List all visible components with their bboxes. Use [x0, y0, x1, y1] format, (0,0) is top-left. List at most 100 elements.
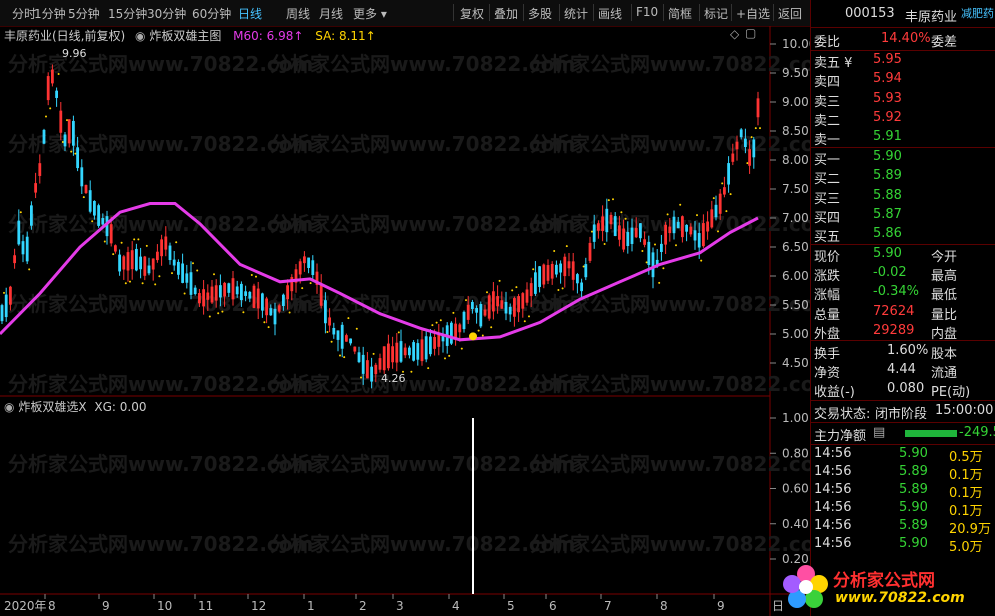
toolbar-btn-7[interactable]: 标记 — [704, 5, 728, 22]
candle-body — [378, 358, 382, 370]
toolbar-separator — [593, 4, 594, 21]
sell-row[interactable]: 卖一 5.91 — [811, 129, 995, 148]
order-label: 买四 — [814, 210, 841, 226]
candle-body — [311, 260, 315, 276]
stat-value: 72624 — [873, 303, 915, 319]
candle-body — [277, 305, 281, 312]
chart-canvas[interactable]: 分析家公式网www.70822.com 分析家公式网www.70822.com 分析… — [0, 26, 810, 616]
buy-row[interactable]: 买一 5.90 — [811, 149, 995, 168]
toolbar-item-2[interactable]: 5分钟 — [68, 5, 100, 22]
toolbar-separator — [489, 4, 490, 21]
window-square-icon[interactable]: ▢ — [745, 26, 756, 40]
toolbar-btn-1[interactable]: 叠加 — [494, 5, 518, 22]
buy-row[interactable]: 买四 5.87 — [811, 207, 995, 226]
m60-value: M60: 6.98↑ — [233, 29, 304, 43]
toolbar-btn-3[interactable]: 统计 — [564, 5, 588, 22]
tick-row: 14:56 5.90 0.5万 — [811, 446, 995, 465]
concept-badge[interactable]: 减肥药 — [961, 5, 994, 21]
candle-body — [231, 278, 235, 300]
toolbar-item-4[interactable]: 30分钟 — [147, 5, 186, 22]
lower-indicator-name[interactable]: 炸板双雄选X — [18, 400, 86, 414]
buy-row[interactable]: 买五 5.86 — [811, 226, 995, 245]
flow-row: 主力净额 ▤ -249.5 — [811, 425, 995, 444]
candle-body — [714, 204, 718, 218]
signal-dot — [612, 198, 614, 201]
stat2-right-label: PE(动) — [931, 385, 971, 401]
signal-dot — [679, 203, 682, 206]
tick-time: 14:56 — [814, 499, 852, 515]
candle-body — [500, 300, 504, 309]
kline-chart[interactable]: 分析家公式网www.70822.com 分析家公式网www.70822.com 分析… — [0, 26, 810, 616]
candle-body — [219, 285, 222, 298]
sell-row[interactable]: 卖三 5.93 — [811, 91, 995, 110]
diamond-icon[interactable]: ◇ — [730, 27, 739, 41]
price-axis-label: 8.00 — [782, 153, 809, 167]
indicator-circle-icon[interactable]: ◉ — [135, 29, 145, 43]
toolbar-separator — [453, 4, 454, 21]
toolbar-btn-2[interactable]: 多股 — [528, 5, 552, 22]
buy-row[interactable]: 买三 5.88 — [811, 188, 995, 207]
signal-dot — [129, 280, 131, 283]
candle-body — [135, 248, 138, 271]
lower-circle-icon[interactable]: ◉ — [4, 400, 14, 414]
buy-row[interactable]: 买二 5.89 — [811, 168, 995, 187]
signal-dot — [582, 265, 585, 268]
toolbar-separator — [559, 4, 560, 21]
signal-dot — [486, 291, 488, 294]
signal-dot — [591, 230, 593, 233]
candle-body — [185, 273, 189, 283]
toolbar-item-3[interactable]: 15分钟 — [108, 5, 147, 22]
toolbar-item-0[interactable]: 分时 — [12, 5, 36, 22]
sell-row[interactable]: 卖二 5.92 — [811, 110, 995, 129]
toolbar-item-6[interactable]: 日线 — [238, 5, 262, 22]
candle-body — [601, 216, 604, 232]
divider — [811, 50, 995, 51]
candle-body — [571, 261, 575, 280]
tick-row: 14:56 5.90 5.0万 — [811, 536, 995, 555]
candle-body — [319, 284, 323, 306]
stock-label: 丰原药业(日线,前复权) — [4, 29, 126, 43]
toolbar-btn-5[interactable]: F10 — [636, 5, 658, 19]
toolbar-btn-6[interactable]: 简框 — [668, 5, 692, 22]
signal-dot — [439, 319, 442, 322]
candle-body — [265, 298, 268, 316]
watermark: 分析家公式网www.70822.com — [530, 452, 810, 476]
toolbar-item-5[interactable]: 60分钟 — [192, 5, 231, 22]
stat-label: 总量 — [814, 307, 841, 323]
price-axis-label: 5.00 — [782, 327, 809, 341]
toolbar-btn-4[interactable]: 画线 — [598, 5, 622, 22]
toolbar-item-9[interactable]: 更多 ▾ — [353, 5, 387, 22]
toolbar-item-8[interactable]: 月线 — [319, 5, 343, 22]
toolbar-item-7[interactable]: 周线 — [286, 5, 310, 22]
candle-body — [387, 343, 390, 369]
toolbar-btn-9[interactable]: 返回 — [778, 5, 802, 22]
toolbar-btn-0[interactable]: 复权 — [460, 5, 484, 22]
stat-value: -0.34% — [873, 284, 919, 300]
order-label: 买五 — [814, 230, 841, 246]
tick-row: 14:56 5.89 0.1万 — [811, 482, 995, 501]
month-label: 5 — [507, 599, 515, 613]
stat2-label: 收益(-) — [814, 385, 855, 401]
toolbar-item-1[interactable]: 1分钟 — [34, 5, 66, 22]
month-label: 4 — [452, 599, 460, 613]
candle-body — [227, 283, 231, 293]
divider — [811, 27, 995, 28]
stock-name: 丰原药业 — [905, 10, 958, 25]
flow-list-icon[interactable]: ▤ — [873, 425, 885, 440]
sell-row[interactable]: 卖四 5.94 — [811, 71, 995, 90]
toolbar-btn-8[interactable]: +自选 — [736, 5, 770, 22]
toolbar-separator — [663, 4, 664, 21]
stat-right-label: 内盘 — [931, 326, 958, 342]
signal-dot — [82, 196, 85, 199]
indicator-name[interactable]: 炸板双雄主图 — [149, 29, 221, 43]
candle-body — [324, 300, 327, 324]
price-axis-label: 9.00 — [782, 95, 809, 109]
candle-body — [517, 296, 520, 313]
sell-row[interactable]: 卖五 ¥ 5.95 — [811, 52, 995, 71]
candle-body — [639, 223, 642, 239]
signal-dot — [452, 311, 455, 314]
watermark: 分析家公式网www.70822.com — [530, 372, 810, 396]
month-label: 9 — [102, 599, 110, 613]
signal-dot — [288, 311, 291, 314]
logo-title: 分析家公式网 — [833, 571, 935, 591]
